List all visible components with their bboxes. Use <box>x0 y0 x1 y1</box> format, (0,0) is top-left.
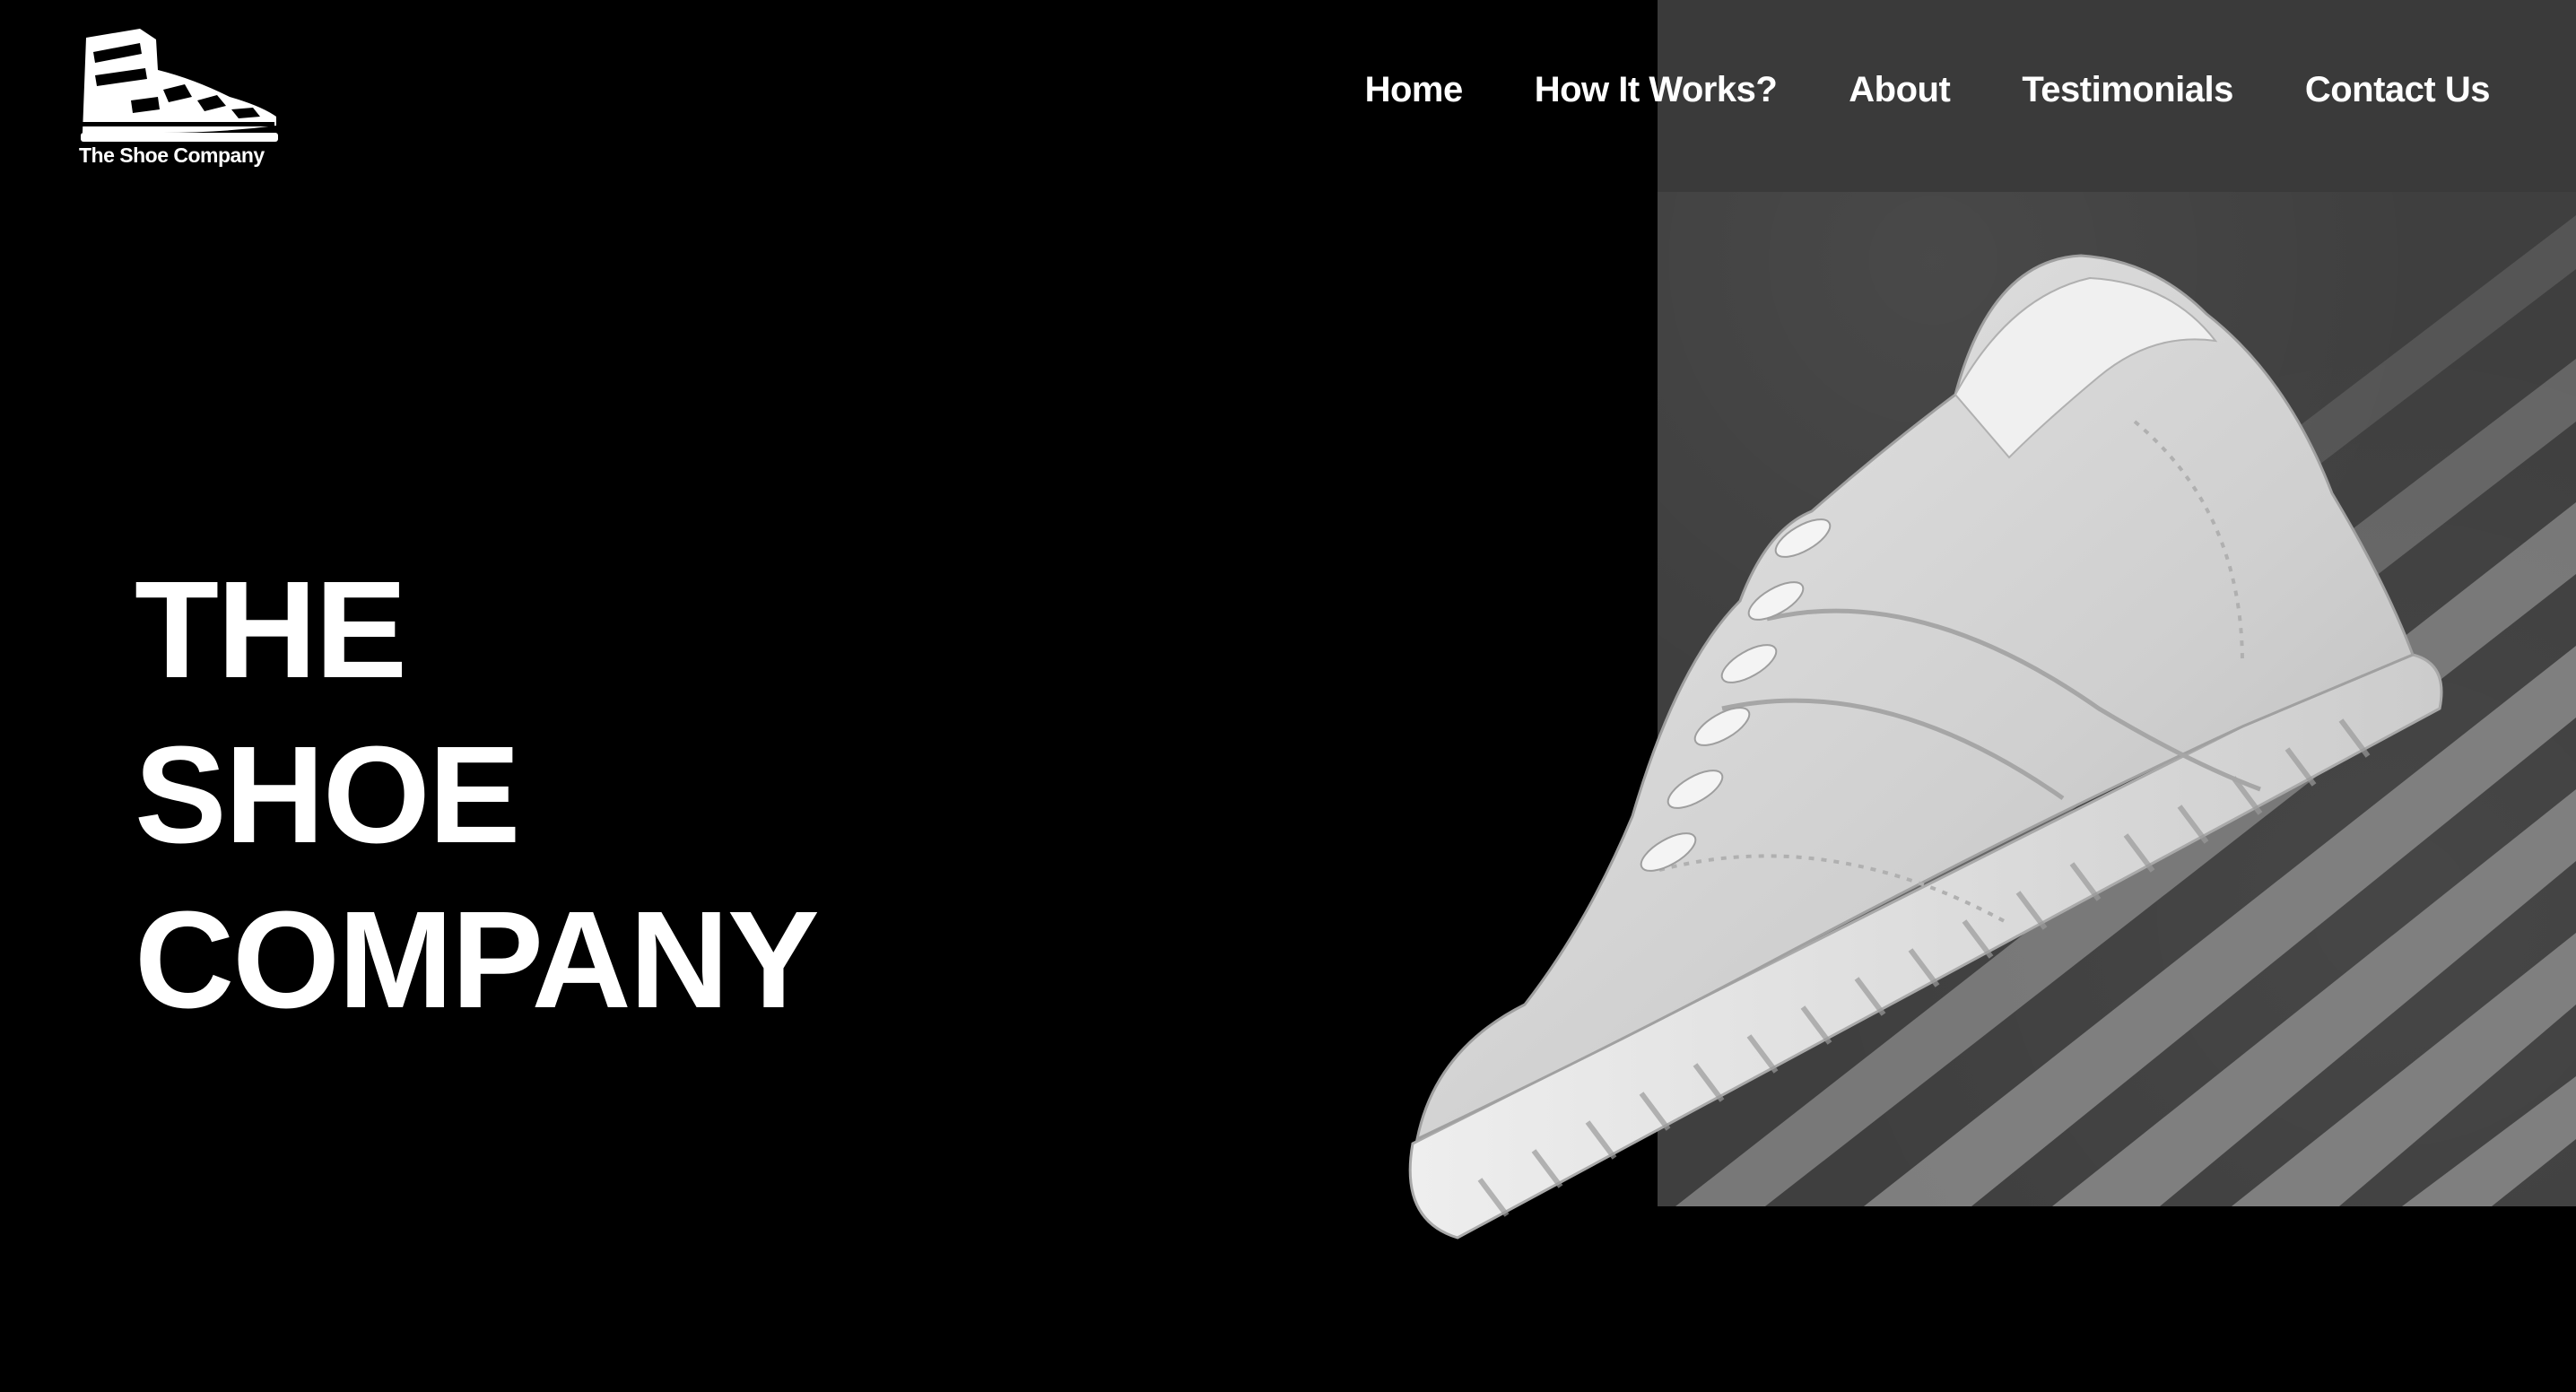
brand-name: The Shoe Company <box>79 144 265 167</box>
sneaker-image <box>1408 254 2443 1240</box>
hero-title: THE SHOE COMPANY <box>135 547 820 1042</box>
site-header: The Shoe Company Home How It Works? Abou… <box>0 0 2576 192</box>
nav-link-testimonials[interactable]: Testimonials <box>2022 70 2233 110</box>
hero-title-line-2: SHOE <box>135 718 520 872</box>
nav-link-contact-us[interactable]: Contact Us <box>2305 70 2491 110</box>
hero-title-line-3: COMPANY <box>135 883 820 1037</box>
nav-link-about[interactable]: About <box>1849 70 1951 110</box>
main-nav: Home How It Works? About Testimonials Co… <box>1365 70 2491 110</box>
logo-link[interactable]: The Shoe Company <box>77 27 283 175</box>
nav-link-home[interactable]: Home <box>1365 70 1464 110</box>
sneaker-icon <box>81 29 278 142</box>
nav-link-how-it-works[interactable]: How It Works? <box>1535 70 1778 110</box>
hero-title-line-1: THE <box>135 552 407 707</box>
